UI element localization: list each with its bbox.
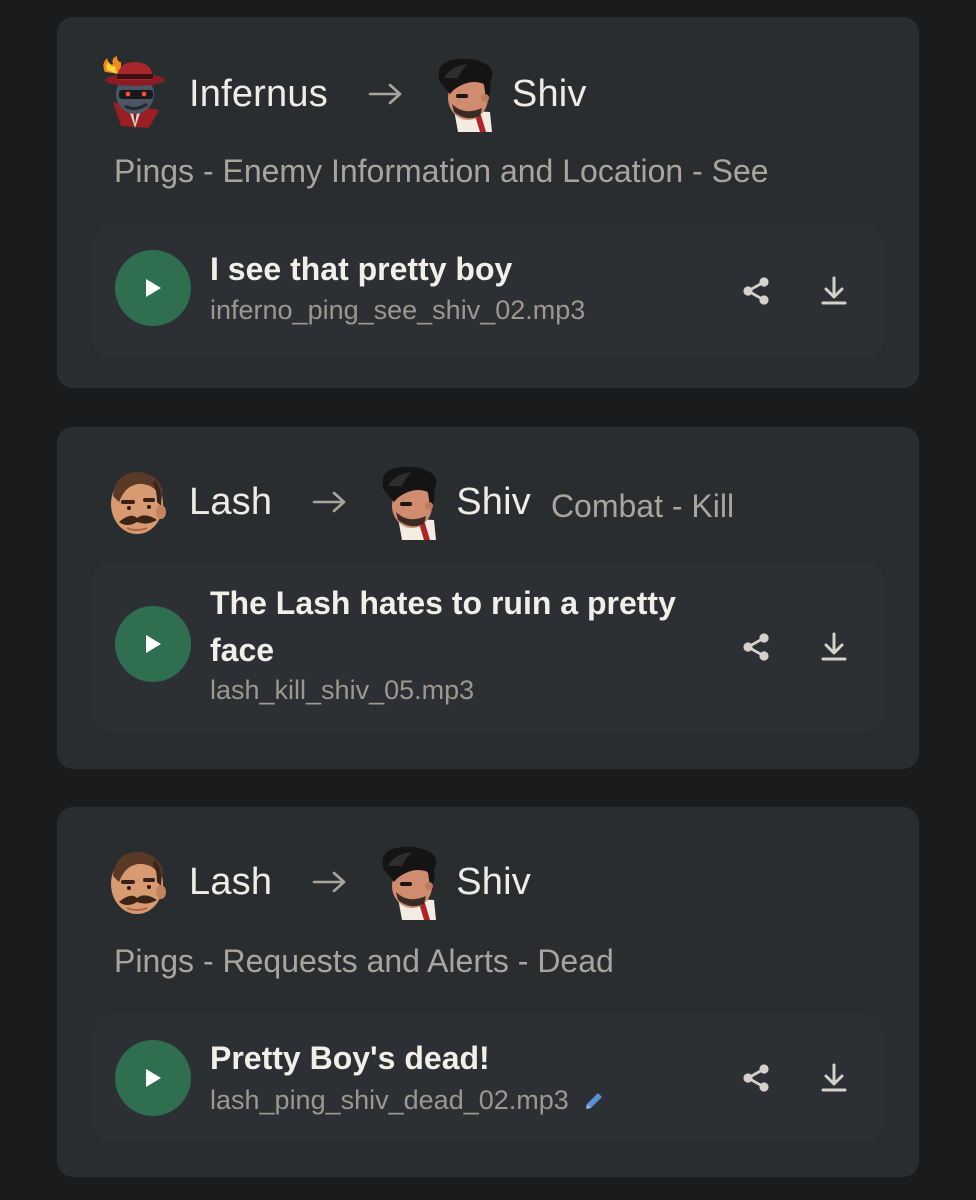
lash-avatar-icon[interactable] xyxy=(99,842,171,922)
filename-text: lash_ping_shiv_dead_02.mp3 xyxy=(210,1085,569,1115)
download-icon xyxy=(817,630,851,664)
lash-avatar-icon[interactable] xyxy=(99,462,171,542)
share-icon xyxy=(739,274,773,308)
play-icon xyxy=(143,277,163,299)
share-icon xyxy=(739,630,773,664)
voice-line-card: Infernus Shiv Pings - Enemy Information … xyxy=(57,17,919,388)
voice-line-quote: The Lash hates to ruin a pretty face xyxy=(210,585,676,668)
share-button[interactable] xyxy=(734,269,778,313)
target-name[interactable]: Shiv xyxy=(512,73,587,116)
speaker-name[interactable]: Lash xyxy=(189,481,272,524)
shiv-avatar-icon[interactable] xyxy=(374,842,446,922)
share-icon xyxy=(739,1061,773,1095)
play-icon xyxy=(143,1067,163,1089)
filename-text: lash_kill_shiv_05.mp3 xyxy=(210,675,475,705)
shiv-avatar-icon[interactable] xyxy=(374,462,446,542)
voice-line-row: Pretty Boy's dead! lash_ping_shiv_dead_0… xyxy=(94,1016,882,1140)
target-name[interactable]: Shiv xyxy=(456,861,531,904)
share-button[interactable] xyxy=(734,625,778,669)
arrow-right-icon xyxy=(312,870,348,894)
arrow-right-icon xyxy=(368,82,404,106)
play-button[interactable] xyxy=(115,606,191,682)
category-label: Pings - Enemy Information and Location -… xyxy=(114,153,769,189)
infernus-avatar-icon[interactable] xyxy=(99,54,171,134)
card-header: Lash Shiv xyxy=(99,842,531,922)
speaker-name[interactable]: Infernus xyxy=(189,73,328,116)
voice-line-card: Lash Shiv Combat - Kill The Lash hates t… xyxy=(57,427,919,769)
download-button[interactable] xyxy=(812,269,856,313)
play-button[interactable] xyxy=(115,1040,191,1116)
card-header: Lash Shiv Combat - Kill xyxy=(99,462,734,542)
voice-line-filename: lash_ping_shiv_dead_02.mp3 xyxy=(210,1085,605,1116)
download-icon xyxy=(817,274,851,308)
download-button[interactable] xyxy=(812,625,856,669)
arrow-right-icon xyxy=(312,490,348,514)
download-button[interactable] xyxy=(812,1056,856,1100)
speaker-name[interactable]: Lash xyxy=(189,861,272,904)
target-name[interactable]: Shiv xyxy=(456,481,531,524)
card-header: Infernus Shiv xyxy=(99,54,587,134)
voice-line-row: I see that pretty boy inferno_ping_see_s… xyxy=(94,225,882,357)
voice-line-filename: inferno_ping_see_shiv_02.mp3 xyxy=(210,295,585,326)
category-label: Pings - Requests and Alerts - Dead xyxy=(114,943,614,979)
category-label: Combat - Kill xyxy=(550,487,735,524)
voice-line-row: The Lash hates to ruin a pretty face las… xyxy=(94,563,882,731)
voice-line-filename: lash_kill_shiv_05.mp3 xyxy=(210,675,474,706)
voice-line-quote: I see that pretty boy xyxy=(210,251,513,287)
shiv-avatar-icon[interactable] xyxy=(430,54,502,134)
download-icon xyxy=(817,1061,851,1095)
pencil-icon[interactable] xyxy=(583,1090,605,1112)
play-icon xyxy=(143,633,163,655)
voice-line-card: Lash Shiv Pings - Requests and Alerts - … xyxy=(57,807,919,1177)
share-button[interactable] xyxy=(734,1056,778,1100)
play-button[interactable] xyxy=(115,250,191,326)
voice-line-quote: Pretty Boy's dead! xyxy=(210,1040,490,1076)
filename-text: inferno_ping_see_shiv_02.mp3 xyxy=(210,295,586,325)
